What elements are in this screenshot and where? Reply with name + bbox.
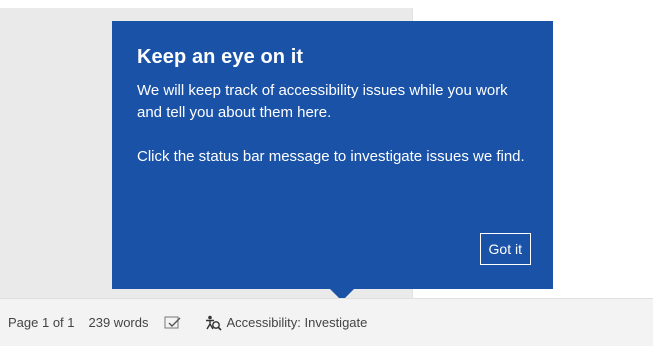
- proofing-check-icon[interactable]: [164, 316, 182, 330]
- accessibility-status-button[interactable]: Accessibility: Investigate: [204, 315, 367, 331]
- got-it-button[interactable]: Got it: [479, 233, 531, 265]
- page-count-indicator[interactable]: Page 1 of 1: [8, 315, 75, 330]
- callout-description: We will keep track of accessibility issu…: [137, 82, 508, 121]
- accessibility-status-label: Accessibility: Investigate: [226, 315, 368, 330]
- word-count-indicator[interactable]: 239 words: [89, 315, 149, 330]
- callout-instruction: Click the status bar message to investig…: [137, 148, 525, 165]
- callout-spacer: [137, 124, 527, 146]
- accessibility-icon: [204, 315, 223, 331]
- accessibility-teaching-callout: Keep an eye on it We will keep track of …: [112, 21, 553, 289]
- callout-title: Keep an eye on it: [137, 46, 304, 68]
- status-bar: Page 1 of 1 239 words Accessibility: Inv…: [0, 298, 653, 346]
